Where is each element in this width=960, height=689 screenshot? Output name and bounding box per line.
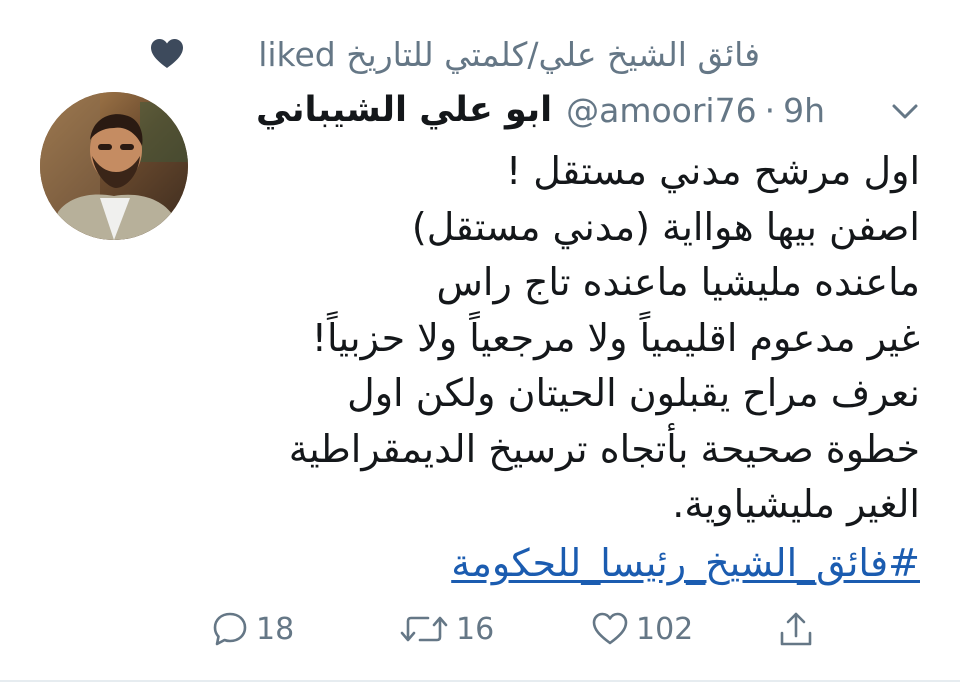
reply-button[interactable]: 18 bbox=[210, 604, 294, 654]
timestamp[interactable]: 9h bbox=[783, 91, 825, 130]
share-icon bbox=[780, 612, 812, 646]
tweet-line: خطوة صحيحة بأتجاه ترسيخ الديمقراطية bbox=[288, 426, 920, 471]
social-context[interactable]: فائق الشيخ علي/كلمتي للتاريخ liked bbox=[150, 30, 760, 78]
reply-icon bbox=[213, 612, 247, 646]
tweet-line: غير مدعوم اقليمياً ولا مرجعياً ولا حزبيا… bbox=[311, 315, 920, 360]
social-context-text: فائق الشيخ علي/كلمتي للتاريخ liked bbox=[258, 34, 760, 74]
share-button[interactable] bbox=[776, 604, 816, 654]
like-button[interactable]: 102 bbox=[590, 604, 693, 654]
avatar-image bbox=[40, 92, 188, 240]
tweet-line: الغير مليشياوية. bbox=[672, 482, 920, 526]
tweet-card[interactable]: فائق الشيخ علي/كلمتي للتاريخ liked ابو ع… bbox=[0, 0, 960, 689]
user-handle[interactable]: @amoori76 bbox=[566, 91, 756, 130]
like-count: 102 bbox=[636, 611, 694, 647]
reply-count: 18 bbox=[256, 611, 295, 647]
retweet-icon bbox=[400, 616, 448, 642]
bottom-divider bbox=[0, 680, 960, 682]
separator-dot: · bbox=[764, 90, 776, 130]
tweet-header: ابو علي الشيباني @amoori76 · 9h bbox=[205, 82, 825, 138]
chevron-down-icon[interactable] bbox=[888, 96, 922, 126]
tweet-line: نعرف مراح يقبلون الحيتان ولكن اول bbox=[347, 371, 920, 415]
action-bar: 18 16 102 bbox=[210, 604, 830, 654]
avatar[interactable] bbox=[40, 92, 188, 240]
tweet-text: اول مرشح مدني مستقل ! اصفن بيها هوااية (… bbox=[190, 144, 920, 533]
tweet-line: اول مرشح مدني مستقل ! bbox=[505, 149, 920, 193]
tweet-line: ماعنده مليشيا ماعنده تاج راس bbox=[436, 260, 921, 304]
hashtag-link[interactable]: #فائق_الشيخ_رئيسا_للحكومة bbox=[190, 536, 920, 591]
tweet-line: اصفن بيها هوااية (مدني مستقل) bbox=[411, 204, 920, 249]
retweet-button[interactable]: 16 bbox=[398, 604, 494, 654]
retweet-count: 16 bbox=[456, 611, 495, 647]
heart-outline-icon bbox=[592, 612, 628, 645]
display-name[interactable]: ابو علي الشيباني bbox=[256, 90, 552, 130]
